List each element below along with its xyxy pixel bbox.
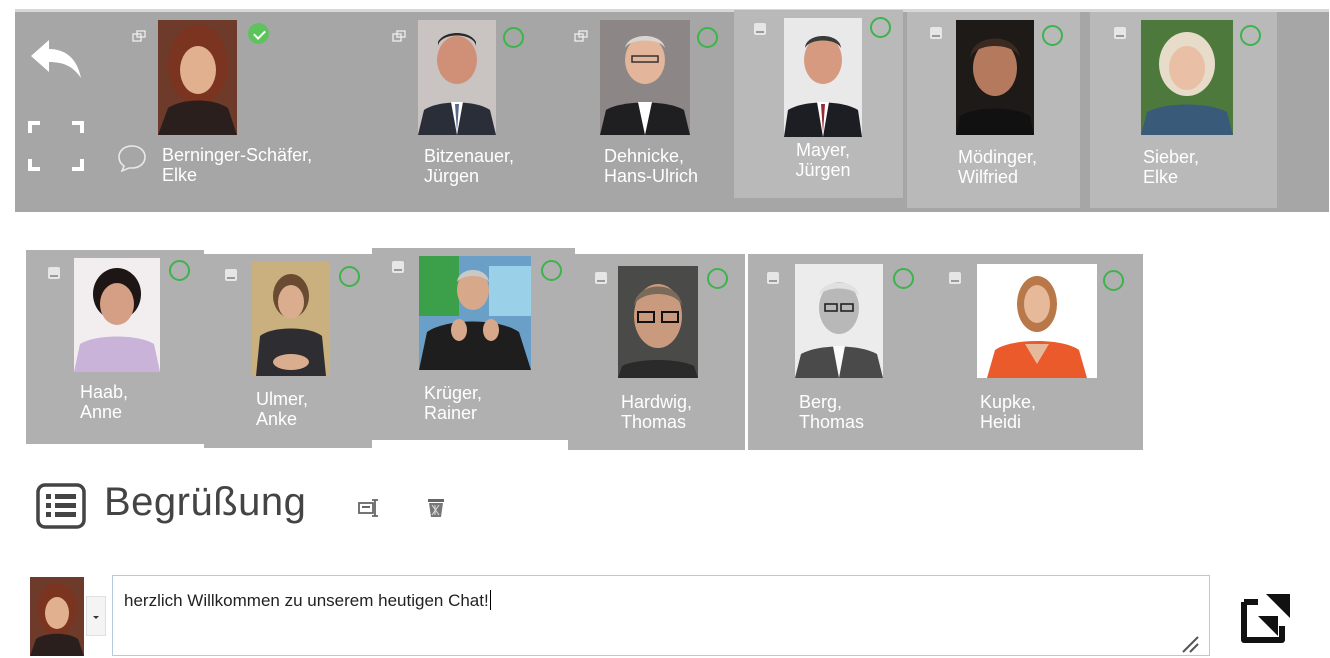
participant-card[interactable]: Berninger-Schäfer, Elke	[120, 12, 380, 210]
participant-photo	[600, 20, 690, 135]
status-ring-icon[interactable]	[1240, 25, 1261, 46]
participant-card[interactable]: Bitzenauer, Jürgen	[382, 12, 562, 210]
participant-photo	[618, 266, 698, 378]
participant-name: Bitzenauer, Jürgen	[424, 146, 515, 186]
chat-message-text: herzlich Willkommen zu unserem heutigen …	[124, 590, 491, 610]
minimize-icon[interactable]	[595, 272, 607, 284]
popout-window-icon[interactable]	[574, 29, 588, 42]
avatar[interactable]	[30, 577, 84, 656]
chat-message-input[interactable]: herzlich Willkommen zu unserem heutigen …	[112, 575, 1210, 656]
participant-card[interactable]: Berg, Thomas	[748, 254, 928, 450]
participant-name: Sieber, Elke	[1143, 147, 1200, 187]
list-icon[interactable]	[36, 483, 86, 529]
status-ring-icon[interactable]	[503, 27, 524, 48]
participant-name: Berninger-Schäfer, Elke	[162, 145, 313, 185]
participant-card[interactable]: Dehnicke, Hans-Ulrich	[566, 12, 734, 210]
status-ring-icon[interactable]	[697, 27, 718, 48]
participant-name: Kupke, Heidi	[980, 392, 1037, 432]
participant-card[interactable]: Sieber, Elke	[1090, 12, 1277, 208]
popout-window-icon[interactable]	[392, 29, 406, 42]
minimize-icon[interactable]	[1114, 27, 1126, 39]
participant-name: Ulmer, Anke	[256, 389, 309, 429]
status-ring-icon[interactable]	[339, 266, 360, 287]
text-caret	[489, 590, 491, 610]
participant-card[interactable]: Haab, Anne	[26, 250, 204, 444]
participant-card[interactable]: Mayer, Jürgen	[734, 10, 903, 198]
edit-icon[interactable]	[358, 498, 380, 518]
minimize-icon[interactable]	[949, 272, 961, 284]
resize-handle-icon[interactable]	[1179, 633, 1199, 653]
fullscreen-icon[interactable]	[28, 121, 84, 171]
status-check-icon[interactable]	[248, 23, 269, 44]
participant-photo	[956, 20, 1034, 135]
participant-name: Krüger, Rainer	[424, 383, 483, 423]
participant-photo	[784, 18, 862, 137]
status-ring-icon[interactable]	[870, 17, 891, 38]
participant-name: Berg, Thomas	[799, 392, 865, 432]
minimize-icon[interactable]	[930, 27, 942, 39]
participant-photo	[1141, 20, 1233, 135]
participant-card[interactable]: Krüger, Rainer	[372, 248, 575, 440]
participant-photo	[74, 258, 160, 372]
trash-icon[interactable]	[426, 497, 446, 519]
participant-name: Haab, Anne	[80, 382, 129, 422]
participant-photo	[977, 264, 1097, 378]
participant-photo	[795, 264, 883, 378]
participant-card[interactable]: Ulmer, Anke	[204, 254, 372, 448]
status-ring-icon[interactable]	[893, 268, 914, 289]
participant-card[interactable]: Kupke, Heidi	[928, 254, 1143, 450]
participant-photo	[158, 20, 237, 135]
participant-name: Hardwig, Thomas	[621, 392, 693, 432]
status-ring-icon[interactable]	[707, 268, 728, 289]
minimize-icon[interactable]	[767, 272, 779, 284]
status-ring-icon[interactable]	[1103, 270, 1124, 291]
participant-card[interactable]: Mödinger, Wilfried	[907, 12, 1080, 208]
participant-name: Mödinger, Wilfried	[958, 147, 1038, 187]
minimize-icon[interactable]	[48, 267, 60, 279]
participant-photo	[252, 262, 330, 376]
minimize-icon[interactable]	[225, 269, 237, 281]
popout-window-icon[interactable]	[132, 29, 146, 42]
section-title: Begrüßung	[104, 480, 307, 524]
participant-photo	[419, 256, 531, 370]
chevron-down-icon[interactable]	[86, 596, 106, 636]
expand-send-icon[interactable]	[1236, 586, 1298, 648]
status-ring-icon[interactable]	[169, 260, 190, 281]
participant-name: Dehnicke, Hans-Ulrich	[604, 146, 699, 186]
status-ring-icon[interactable]	[1042, 25, 1063, 46]
minimize-icon[interactable]	[754, 23, 766, 35]
participant-card[interactable]: Hardwig, Thomas	[568, 254, 745, 450]
participant-name: Mayer, Jürgen	[795, 140, 851, 180]
participant-photo	[418, 20, 496, 135]
back-arrow-icon[interactable]	[27, 34, 85, 82]
minimize-icon[interactable]	[392, 261, 404, 273]
status-ring-icon[interactable]	[541, 260, 562, 281]
